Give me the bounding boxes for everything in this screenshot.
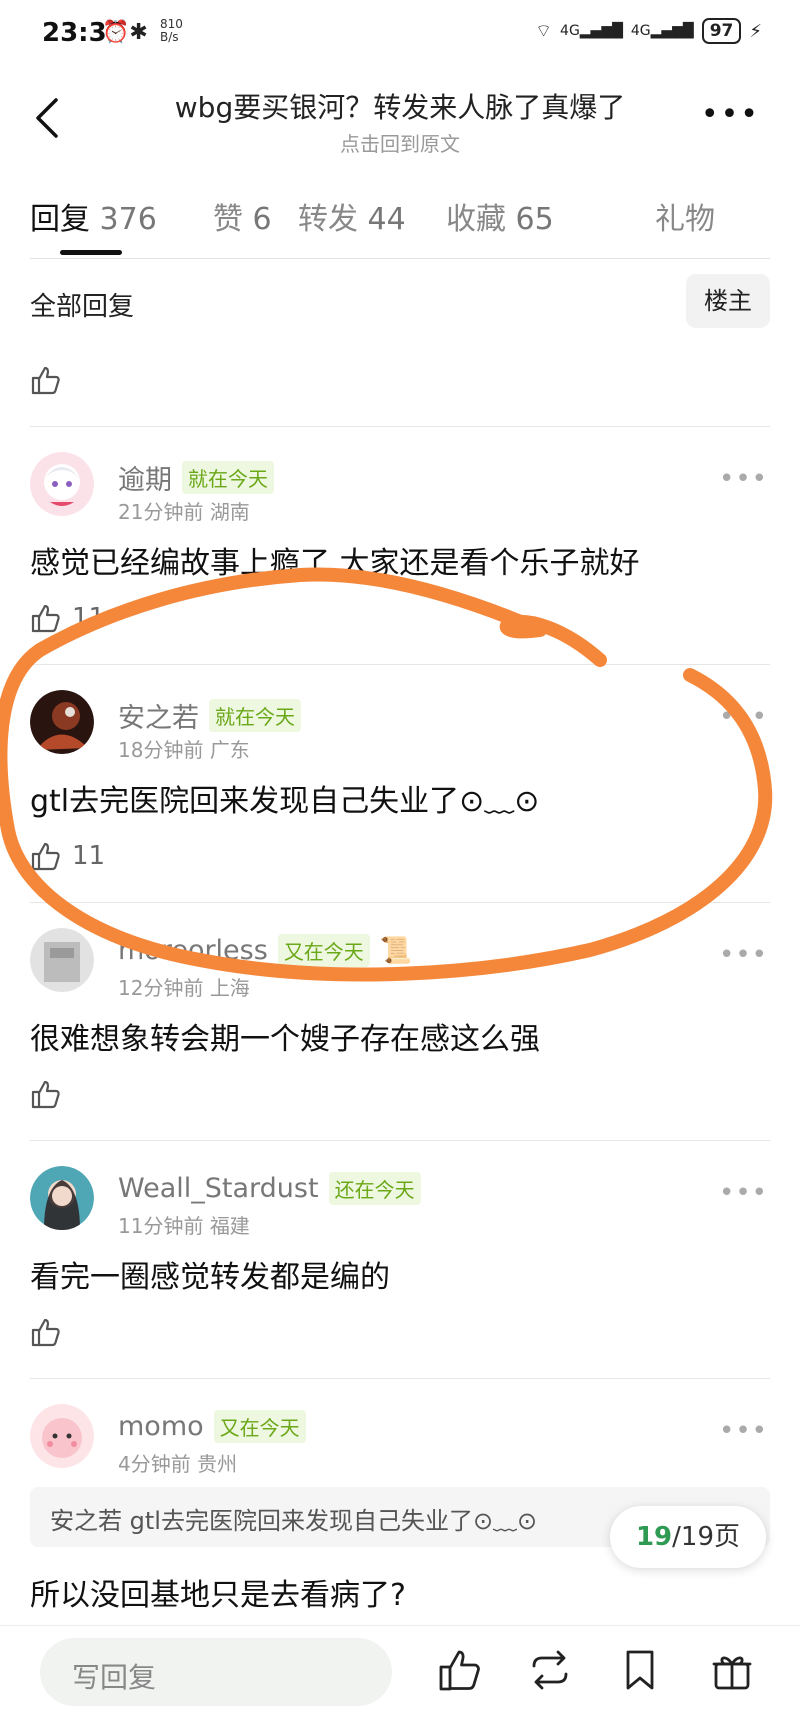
all-replies-label[interactable]: 全部回复: [30, 286, 134, 323]
tab-likes[interactable]: 赞 6: [213, 194, 272, 238]
battery-icon: 97: [701, 18, 742, 44]
thumbs-up-icon[interactable]: [30, 1316, 62, 1348]
username[interactable]: moreorless 又在今天 📜: [118, 934, 412, 967]
like-row[interactable]: 11: [30, 598, 105, 638]
comment-meta: 11分钟前 福建: [118, 1214, 250, 1238]
comment-more-icon[interactable]: •••: [719, 1418, 768, 1444]
repost-icon[interactable]: [526, 1646, 574, 1694]
status-badge: 还在今天: [328, 1172, 421, 1205]
back-to-original-link[interactable]: 点击回到原文: [0, 128, 800, 157]
like-count: 11: [72, 841, 106, 871]
alarm-bluetooth-icons: ⏰✱: [102, 20, 148, 45]
avatar[interactable]: [30, 452, 94, 516]
comment-text: gtl去完医院回来发现自己失业了⊙﹏⊙: [30, 784, 540, 819]
post-title[interactable]: wbg要买银河？转发来人脉了真爆了: [0, 86, 800, 126]
divider: [30, 664, 770, 665]
tab-gifts[interactable]: 礼物: [655, 194, 715, 238]
thumbs-up-icon[interactable]: [30, 364, 62, 396]
comment-more-icon[interactable]: •••: [719, 942, 768, 968]
comment-text: 看完一圈感觉转发都是编的: [30, 1260, 390, 1295]
owner-only-button[interactable]: 楼主: [686, 274, 770, 328]
avatar[interactable]: [30, 1404, 94, 1468]
username[interactable]: Weall_Stardust 还在今天: [118, 1172, 421, 1205]
like-row[interactable]: [30, 360, 72, 400]
quote-user: 安之若: [50, 1507, 122, 1535]
status-badge: 又在今天: [213, 1410, 306, 1443]
comment-text: 很难想象转会期一个嫂子存在感这么强: [30, 1022, 540, 1057]
wifi-icon: ⌔: [535, 20, 553, 42]
gift-icon[interactable]: [708, 1646, 756, 1694]
comment-meta: 18分钟前 广东: [118, 738, 250, 762]
filter-row: 全部回复 楼主: [30, 270, 770, 330]
like-count: 11: [72, 603, 106, 633]
comment-more-icon[interactable]: •••: [719, 1180, 768, 1206]
active-tab-indicator: [60, 250, 122, 255]
avatar[interactable]: [30, 928, 94, 992]
tab-replies[interactable]: 回复 376: [30, 194, 157, 238]
net-speed: 810 B/s: [160, 17, 183, 44]
bookmark-icon[interactable]: [616, 1646, 664, 1694]
comment-text: 感觉已经编故事上瘾了 大家还是看个乐子就好: [30, 546, 640, 581]
scroll-decoration-icon: 📜: [379, 935, 413, 966]
status-bar: 23:33 ⏰✱ 810 B/s ⌔ 4G▂▄▆█ 4G▂▄▆█ 97 ⚡: [0, 0, 800, 66]
status-right: ⌔ 4G▂▄▆█ 4G▂▄▆█ 97 ⚡: [535, 18, 762, 44]
status-badge: 就在今天: [182, 461, 274, 494]
quote-text: gtl去完医院回来发现自己失业了⊙﹏⊙: [129, 1507, 538, 1535]
username[interactable]: 安之若 就在今天: [118, 696, 301, 735]
status-badge: 就在今天: [209, 699, 301, 732]
avatar[interactable]: [30, 690, 94, 754]
status-badge: 又在今天: [277, 934, 370, 967]
divider: [30, 902, 770, 903]
divider: [30, 426, 770, 427]
tab-favorites[interactable]: 收藏 65: [446, 194, 554, 238]
comment-meta: 21分钟前 湖南: [118, 500, 250, 524]
like-post-icon[interactable]: [436, 1646, 484, 1694]
thumbs-up-icon[interactable]: [30, 1078, 62, 1110]
comment-more-icon[interactable]: •••: [719, 466, 768, 492]
like-row[interactable]: [30, 1312, 72, 1352]
divider: [30, 1378, 770, 1379]
comment-meta: 4分钟前 贵州: [118, 1452, 238, 1476]
username[interactable]: momo 又在今天: [118, 1410, 306, 1443]
page-indicator[interactable]: 19/19页: [610, 1506, 766, 1568]
more-options-icon[interactable]: •••: [701, 100, 760, 130]
thumbs-up-icon[interactable]: [30, 840, 62, 872]
like-row[interactable]: [30, 1074, 72, 1114]
tab-reposts[interactable]: 转发 44: [298, 194, 406, 238]
tab-bar: 回复 376 赞 6 转发 44 收藏 65 礼物: [30, 186, 770, 259]
comment-meta: 12分钟前 上海: [118, 976, 250, 1000]
thumbs-up-icon[interactable]: [30, 602, 62, 634]
reply-input[interactable]: 写回复: [40, 1638, 392, 1706]
avatar[interactable]: [30, 1166, 94, 1230]
charging-icon: ⚡: [749, 20, 762, 42]
signal-icon: 4G▂▄▆█: [560, 23, 623, 39]
divider: [30, 1140, 770, 1141]
like-row[interactable]: 11: [30, 836, 105, 876]
signal-icon-2: 4G▂▄▆█: [630, 23, 694, 39]
bottom-bar: 写回复: [0, 1625, 800, 1728]
top-nav: wbg要买银河？转发来人脉了真爆了 点击回到原文 •••: [0, 76, 800, 156]
comment-more-icon[interactable]: •••: [719, 704, 768, 730]
username[interactable]: 逾期 就在今天: [118, 458, 274, 497]
comment-text: 所以没回基地只是去看病了?: [30, 1578, 406, 1613]
